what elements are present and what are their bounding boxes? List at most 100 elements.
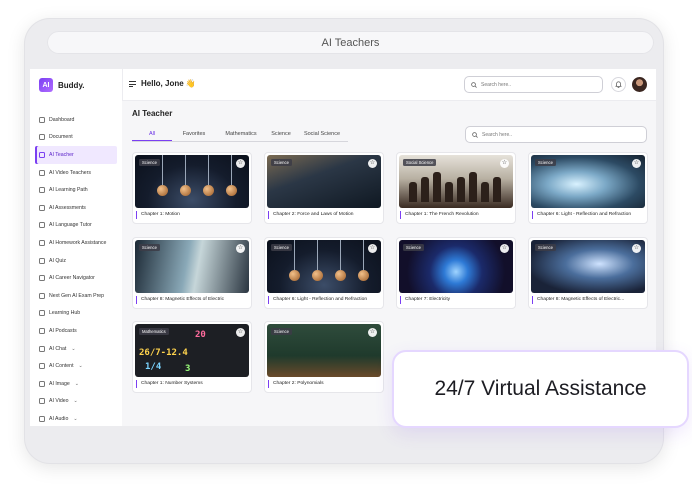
course-card[interactable]: Science ☆ Chapter 8: Magnetic Effects of E… [528,237,648,309]
subject-badge: Science [403,244,424,252]
sidebar-item-ai-language-tutor[interactable]: AI Language Tutor [35,217,117,235]
sidebar: AI Buddy. Dashboard Document AI Teacher AI … [30,69,123,426]
course-card[interactable]: Science ☆ Chapter 2: Polynomials [264,321,384,393]
sidebar-item-learning-hub[interactable]: Learning Hub [35,305,117,323]
content-search-input[interactable]: Search here.. [465,126,647,143]
course-thumbnail: Science ☆ [531,240,645,293]
nav-item-icon [39,415,45,422]
subject-badge: Science [139,244,160,252]
course-title: Chapter 2: Force and Laws of Motion [268,211,381,219]
sidebar-item-ai-teacher[interactable]: AI Teacher [35,146,117,164]
sidebar-item-ai-assessments[interactable]: AI Assessments [35,199,117,217]
sidebar-item-label: AI Assessments [49,204,86,211]
sidebar-item-ai-learning-path[interactable]: AI Learning Path [35,181,117,199]
nav-item-icon [39,363,45,370]
sidebar-item-label: AI Homework Assistance [49,239,107,246]
course-card[interactable]: Social Science ☆ Chapter 1: The French Rev… [396,152,516,224]
header-search-input[interactable]: Search here.. [464,76,603,93]
header-search-placeholder: Search here.. [481,81,512,88]
sidebar-item-dashboard[interactable]: Dashboard [35,111,117,129]
favorite-star-icon[interactable]: ☆ [500,159,509,168]
course-card[interactable]: Science ☆ Chapter 6: Light - Reflection an… [528,152,648,224]
window-title: AI Teachers [321,36,380,49]
chevron-down-icon: ⌄ [73,398,78,405]
chevron-down-icon: ⌄ [74,380,79,387]
sidebar-item-ai-chat[interactable]: AI Chat ⌄ [35,340,117,358]
greeting: Hello, Jone 👋 [141,79,196,88]
nav-item-icon [39,222,45,229]
course-title: Chapter 7: Electricity [400,296,513,304]
nav-item-icon [39,292,45,299]
sidebar-item-ai-video[interactable]: AI Video ⌄ [35,393,117,411]
course-title: Chapter 6: Light - Reflection and Refrac… [532,211,645,219]
course-card[interactable]: 20 26/7-12.4 1/4 3 Mathematics ☆ Chapter 1: Nu… [132,321,252,393]
course-title: Chapter 8: Magnetic Effects of Electric.… [532,296,645,304]
sidebar-item-label: AI Video [49,398,69,405]
favorite-star-icon[interactable]: ☆ [236,328,245,337]
subject-badge: Science [139,159,160,167]
favorite-star-icon[interactable]: ☆ [368,328,377,337]
favorite-star-icon[interactable]: ☆ [368,159,377,168]
subject-badge: Social Science [403,159,437,167]
tab-social-science[interactable]: Social Science [296,130,348,141]
nav-item-icon [39,257,45,264]
tab-all[interactable]: All [132,130,172,141]
course-thumbnail: Social Science ☆ [399,155,513,208]
brand-name: Buddy. [58,80,85,90]
course-title: Chapter 2: Polynomials [268,380,381,388]
bell-icon[interactable] [611,77,626,92]
tab-mathematics[interactable]: Mathematics [216,130,266,141]
chevron-down-icon: ⌄ [71,345,76,352]
sidebar-item-document[interactable]: Document [35,129,117,147]
course-thumbnail: Science ☆ [135,240,249,293]
favorite-star-icon[interactable]: ☆ [500,244,509,253]
nav-item-icon [39,398,45,405]
avatar[interactable] [632,77,647,92]
sidebar-item-next-gen-ai-exam-prep[interactable]: Next Gen AI Exam Prep [35,287,117,305]
nav-item-icon [39,345,45,352]
favorite-star-icon[interactable]: ☆ [632,159,641,168]
favorite-star-icon[interactable]: ☆ [368,244,377,253]
menu-icon[interactable] [129,81,136,88]
nav-item-icon [39,187,45,194]
tab-favorites[interactable]: Favorites [172,130,216,141]
nav-item-icon [39,275,45,282]
sidebar-item-label: AI Learning Path [49,187,88,194]
tab-science[interactable]: Science [266,130,296,141]
favorite-star-icon[interactable]: ☆ [236,159,245,168]
subject-badge: Science [271,328,292,336]
sidebar-item-label: AI Chat [49,345,67,352]
sidebar-item-ai-quiz[interactable]: AI Quiz [35,252,117,270]
sidebar-item-ai-homework-assistance[interactable]: AI Homework Assistance [35,234,117,252]
favorite-star-icon[interactable]: ☆ [236,244,245,253]
course-card[interactable]: Science ☆ Chapter 8: Magnetic Effects of E… [132,237,252,309]
course-title: Chapter 1: The French Revolution [400,211,513,219]
subject-badge: Science [271,244,292,252]
course-thumbnail: Science ☆ [399,240,513,293]
sidebar-item-ai-video-teachers[interactable]: AI Video Teachers [35,164,117,182]
subject-badge: Science [271,159,292,167]
sidebar-item-ai-audio[interactable]: AI Audio ⌄ [35,410,117,426]
course-thumbnail: Science ☆ [267,155,381,208]
brand[interactable]: AI Buddy. [39,78,85,92]
course-thumbnail: Science ☆ [531,155,645,208]
subject-tabs: All Favorites Mathematics Science Social Sci… [132,130,348,142]
sidebar-item-ai-image[interactable]: AI Image ⌄ [35,375,117,393]
course-card[interactable]: Science ☆ Chapter 2: Force and Laws of Mot… [264,152,384,224]
sidebar-item-label: Document [49,134,73,141]
topbar: Hello, Jone 👋 Search here.. [122,69,656,101]
nav-item-icon [39,116,45,123]
sidebar-item-ai-career-navigator[interactable]: AI Career Navigator [35,269,117,287]
course-title: Chapter 1: Number Systems [136,380,249,388]
course-title: Chapter 6: Light - Reflection and Refrac… [268,296,381,304]
sidebar-item-label: AI Career Navigator [49,275,95,282]
subject-badge: Science [535,244,556,252]
favorite-star-icon[interactable]: ☆ [632,244,641,253]
course-card[interactable]: Science ☆ Chapter 7: Electricity [396,237,516,309]
sidebar-item-ai-content[interactable]: AI Content ⌄ [35,357,117,375]
course-card[interactable]: Science ☆ Chapter 1: Motion [132,152,252,224]
sidebar-item-label: AI Image [49,380,70,387]
sidebar-item-ai-podcasts[interactable]: AI Podcasts [35,322,117,340]
course-card[interactable]: Science ☆ Chapter 6: Light - Reflection an… [264,237,384,309]
nav-item-icon [39,239,45,246]
